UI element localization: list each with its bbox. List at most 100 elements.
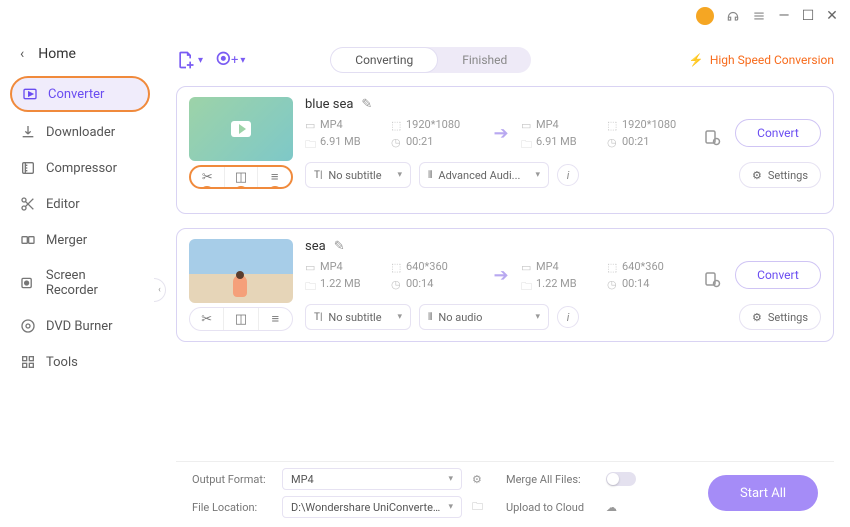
effect-button[interactable]: ≡	[259, 308, 292, 330]
arrow-right-icon: ➔	[481, 123, 521, 144]
grid-icon	[20, 354, 36, 370]
audio-icon: ⦀	[428, 170, 432, 181]
src-duration: 00:14	[406, 277, 433, 290]
info-icon[interactable]: i	[557, 306, 579, 328]
video-thumbnail[interactable]	[189, 239, 293, 303]
nav-editor[interactable]: Editor	[10, 188, 150, 220]
compressor-icon	[20, 160, 36, 176]
size-icon: 🗀	[521, 278, 532, 289]
src-duration: 00:21	[406, 135, 433, 148]
nav-compressor[interactable]: Compressor	[10, 152, 150, 184]
effect-button[interactable]: ≡	[258, 167, 291, 187]
lightning-icon: ⚡	[689, 53, 704, 67]
src-size: 6.91 MB	[320, 135, 361, 148]
resolution-icon: ⬚	[391, 261, 402, 272]
nav-merger[interactable]: Merger	[10, 224, 150, 256]
tab-converting[interactable]: Converting	[330, 47, 438, 73]
converter-icon	[22, 86, 38, 102]
disc-icon	[20, 318, 36, 334]
format-icon: ▭	[521, 261, 532, 272]
audio-select[interactable]: ⦀ Advanced Audi... ▾	[419, 162, 549, 188]
nav-downloader[interactable]: Downloader	[10, 116, 150, 148]
dst-format: MP4	[536, 260, 559, 273]
cloud-icon[interactable]: ☁	[606, 501, 666, 514]
resolution-icon: ⬚	[391, 119, 402, 130]
download-icon	[20, 124, 36, 140]
recorder-icon	[20, 275, 36, 291]
thumb-actions: ✂ ◫ ≡	[189, 307, 293, 331]
minimize-button[interactable]: —	[778, 8, 790, 24]
format-icon: ▭	[521, 119, 532, 130]
subtitle-select[interactable]: T|No subtitle▾	[305, 304, 411, 330]
dst-duration: 00:14	[622, 277, 649, 290]
output-settings-gear-icon[interactable]: ⚙	[472, 473, 496, 486]
tab-finished[interactable]: Finished	[438, 47, 531, 73]
nav-converter[interactable]: Converter	[10, 76, 150, 112]
high-speed-conversion[interactable]: ⚡ High Speed Conversion	[689, 53, 834, 67]
headset-icon[interactable]	[726, 9, 740, 23]
src-resolution: 1920*1080	[406, 118, 460, 131]
back-home[interactable]: ‹ Home	[10, 42, 150, 76]
nav-tools[interactable]: Tools	[10, 346, 150, 378]
dst-size: 6.91 MB	[536, 135, 577, 148]
status-tabs: Converting Finished	[330, 47, 531, 73]
edit-title-icon[interactable]: ✎	[361, 97, 372, 112]
nav-dvd-burner[interactable]: DVD Burner	[10, 310, 150, 342]
start-all-button[interactable]: Start All	[708, 475, 818, 511]
edit-title-icon[interactable]: ✎	[334, 239, 345, 254]
info-icon[interactable]: i	[557, 164, 579, 186]
nav-label: Compressor	[46, 161, 117, 176]
merge-toggle[interactable]	[606, 472, 636, 486]
crop-button[interactable]: ◫	[225, 167, 259, 187]
chevron-down-icon: ▾	[535, 312, 540, 322]
dst-size: 1.22 MB	[536, 277, 577, 290]
task-settings-button[interactable]: ⚙Settings	[739, 162, 821, 188]
crop-button[interactable]: ◫	[224, 308, 258, 330]
subtitle-select[interactable]: T|No subtitle▾	[305, 162, 411, 188]
src-resolution: 640*360	[406, 260, 448, 273]
size-icon: 🗀	[305, 136, 316, 147]
open-folder-icon[interactable]: 🗀	[472, 498, 496, 517]
src-format: MP4	[320, 260, 343, 273]
upload-label: Upload to Cloud	[506, 501, 596, 514]
dst-resolution: 640*360	[622, 260, 664, 273]
task-settings-button[interactable]: ⚙ Settings	[739, 304, 821, 330]
output-format-label: Output Format:	[192, 473, 272, 486]
audio-value: Advanced Audi...	[438, 169, 520, 182]
output-settings-icon[interactable]	[703, 270, 721, 288]
output-format-select[interactable]: MP4▾	[282, 468, 462, 490]
task-card: ✂ ◫ ≡ blue sea ✎ ▭MP4 ⬚	[176, 86, 834, 214]
convert-button[interactable]: Convert	[735, 119, 821, 147]
output-settings-icon[interactable]	[703, 128, 721, 146]
task-title: blue sea	[305, 97, 353, 112]
scissors-icon	[20, 196, 36, 212]
dst-resolution: 1920*1080	[622, 118, 676, 131]
add-disc-button[interactable]: + ▾	[215, 50, 245, 70]
chevron-down-icon: ▾	[240, 55, 245, 66]
subtitle-value: No subtitle	[328, 169, 381, 182]
size-icon: 🗀	[305, 278, 316, 289]
settings-label: Settings	[768, 311, 808, 324]
file-location-select[interactable]: D:\Wondershare UniConverter 1▾	[282, 496, 462, 518]
settings-label: Settings	[768, 169, 808, 182]
trim-button[interactable]: ✂	[190, 308, 224, 330]
convert-button[interactable]: Convert	[735, 261, 821, 289]
audio-icon: ⦀	[428, 312, 432, 323]
nav-label: Screen Recorder	[46, 268, 140, 298]
add-file-button[interactable]: ▾	[176, 50, 203, 70]
subtitle-icon: T|	[314, 170, 322, 181]
nav-label: Tools	[46, 355, 78, 370]
file-location-label: File Location:	[192, 501, 272, 514]
chevron-down-icon: ▾	[535, 170, 540, 180]
close-button[interactable]: ✕	[826, 8, 838, 24]
account-icon[interactable]	[696, 7, 714, 25]
nav-screen-recorder[interactable]: Screen Recorder	[10, 260, 150, 306]
video-thumbnail[interactable]	[189, 97, 293, 161]
menu-icon[interactable]	[752, 9, 766, 23]
trim-button[interactable]: ✂	[191, 167, 225, 187]
task-card: ✂ ◫ ≡ sea ✎ ▭MP4 ⬚640*3	[176, 228, 834, 342]
audio-select[interactable]: ⦀No audio▾	[419, 304, 549, 330]
maximize-button[interactable]: ☐	[802, 8, 814, 24]
file-location-value: D:\Wondershare UniConverter 1	[291, 501, 442, 514]
gear-icon: ⚙	[752, 311, 762, 324]
